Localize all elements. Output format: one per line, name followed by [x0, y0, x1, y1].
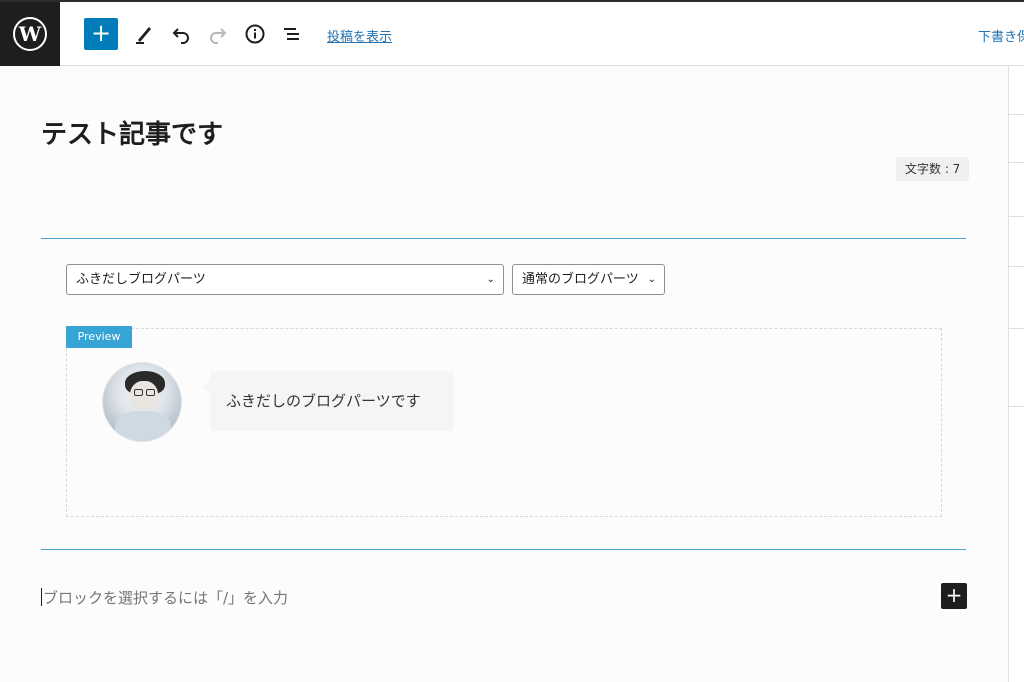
- info-icon[interactable]: [243, 22, 267, 46]
- character-count-badge: 文字数 : 7: [896, 157, 970, 181]
- editor-canvas: テスト記事です 文字数 : 7 ふきだしブログパーツ ⌄ 通常のブログパーツ ⌄…: [0, 66, 1008, 682]
- speech-bubble-text: ふきだしのブログパーツです: [226, 392, 421, 410]
- settings-sidebar-edge: [1008, 66, 1024, 682]
- post-title[interactable]: テスト記事です: [41, 114, 223, 151]
- parts-type-select[interactable]: 通常のブログパーツ ⌄: [512, 264, 665, 295]
- block-top-border: [41, 238, 966, 239]
- editor-toolbar: W + 投稿を表示 下書き保: [0, 0, 1024, 66]
- text-caret: [41, 588, 42, 606]
- chevron-down-icon: ⌄: [486, 274, 495, 285]
- add-block-toggle-button[interactable]: +: [84, 18, 118, 50]
- add-block-button[interactable]: +: [941, 583, 967, 609]
- appender-placeholder: ブロックを選択するには「/」を入力: [43, 589, 289, 607]
- preview-label: Preview: [66, 326, 132, 348]
- pencil-icon[interactable]: [132, 22, 156, 46]
- blog-parts-select-value: ふきだしブログパーツ: [76, 272, 206, 287]
- wordpress-w-mark: W: [13, 17, 47, 51]
- preview-area: [66, 328, 942, 517]
- speech-bubble: ふきだしのブログパーツです: [202, 371, 454, 431]
- block-bottom-border: [41, 549, 966, 550]
- parts-type-select-value: 通常のブログパーツ: [522, 272, 639, 287]
- blog-parts-select[interactable]: ふきだしブログパーツ ⌄: [66, 264, 504, 295]
- undo-icon[interactable]: [169, 22, 193, 46]
- chevron-down-icon: ⌄: [647, 274, 656, 285]
- save-draft-button[interactable]: 下書き保: [978, 26, 1024, 45]
- block-appender[interactable]: ブロックを選択するには「/」を入力: [41, 587, 288, 608]
- list-view-icon[interactable]: [280, 22, 304, 46]
- wordpress-logo-icon[interactable]: W: [0, 2, 60, 66]
- view-post-link[interactable]: 投稿を表示: [327, 26, 392, 45]
- redo-icon[interactable]: [206, 22, 230, 46]
- speaker-avatar: [102, 362, 182, 442]
